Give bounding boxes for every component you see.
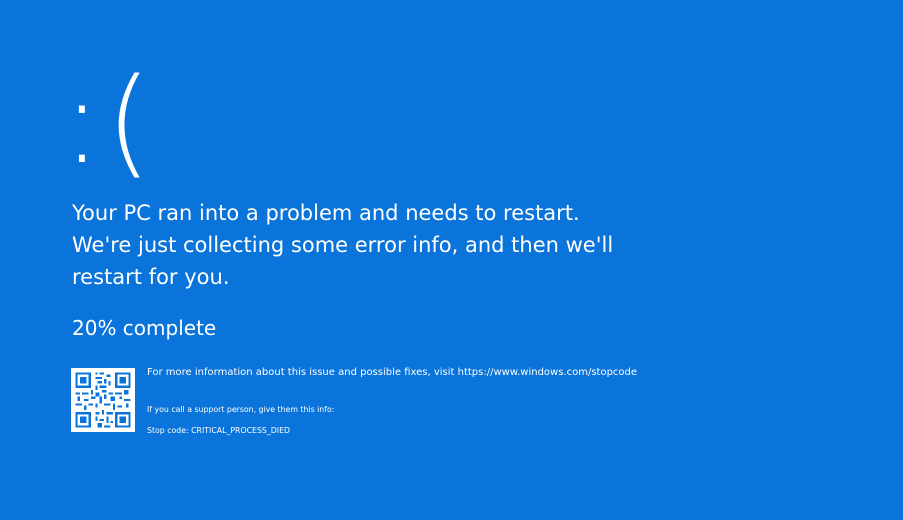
stop-code: Stop code: CRITICAL_PROCESS_DIED [147, 426, 291, 435]
more-info-text: For more information about this issue an… [147, 367, 638, 378]
blue-screen: :( Your PC ran into a problem and needs … [0, 0, 903, 520]
error-message: Your PC ran into a problem and needs to … [72, 201, 614, 289]
support-info: For more information about this issue an… [147, 366, 787, 438]
progress-text: 20% complete [72, 316, 217, 340]
qr-code-icon [71, 368, 135, 432]
sad-face-emoticon: :( [62, 52, 156, 190]
support-person-note: If you call a support person, give them … [147, 405, 335, 414]
